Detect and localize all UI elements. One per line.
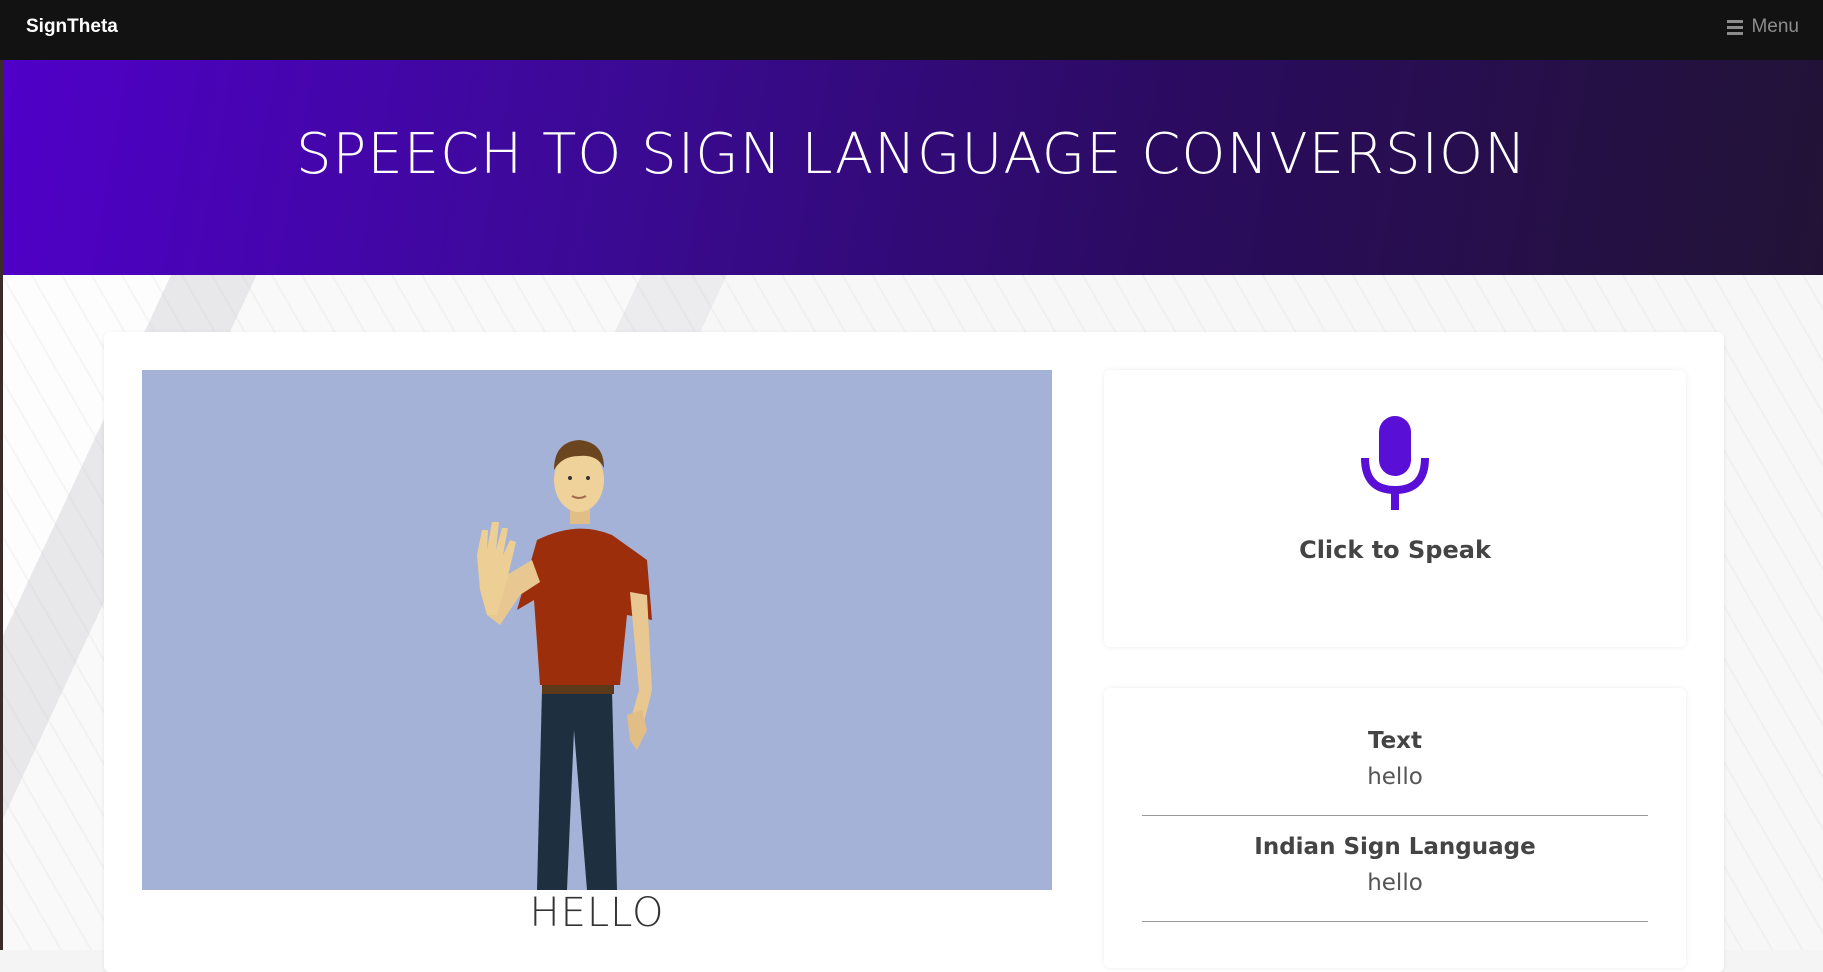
top-navbar: SignTheta Menu (0, 0, 1823, 60)
avatar-stage (142, 370, 1052, 890)
brand-link[interactable]: SignTheta (26, 16, 118, 38)
hamburger-icon (1727, 17, 1744, 38)
page-title: SPEECH TO SIGN LANGUAGE CONVERSION (296, 122, 1527, 187)
left-edge (0, 60, 3, 950)
isl-value: hello (1367, 870, 1423, 896)
signing-avatar (477, 440, 652, 890)
menu-button[interactable]: Menu (1727, 16, 1799, 38)
speak-panel[interactable]: Click to Speak (1104, 370, 1686, 647)
text-value: hello (1367, 764, 1423, 790)
text-section: Text hello (1142, 728, 1648, 790)
divider (1142, 815, 1648, 816)
menu-label: Menu (1751, 16, 1799, 37)
isl-title: Indian Sign Language (1254, 834, 1536, 860)
sign-caption: HELLO (529, 890, 665, 936)
click-to-speak-label[interactable]: Click to Speak (1104, 536, 1686, 564)
info-panel: Text hello Indian Sign Language hello (1104, 688, 1686, 968)
microphone-icon[interactable] (1360, 416, 1430, 512)
isl-section: Indian Sign Language hello (1142, 834, 1648, 896)
text-title: Text (1367, 728, 1423, 754)
page-header: SPEECH TO SIGN LANGUAGE CONVERSION (0, 60, 1823, 275)
divider (1142, 921, 1648, 922)
